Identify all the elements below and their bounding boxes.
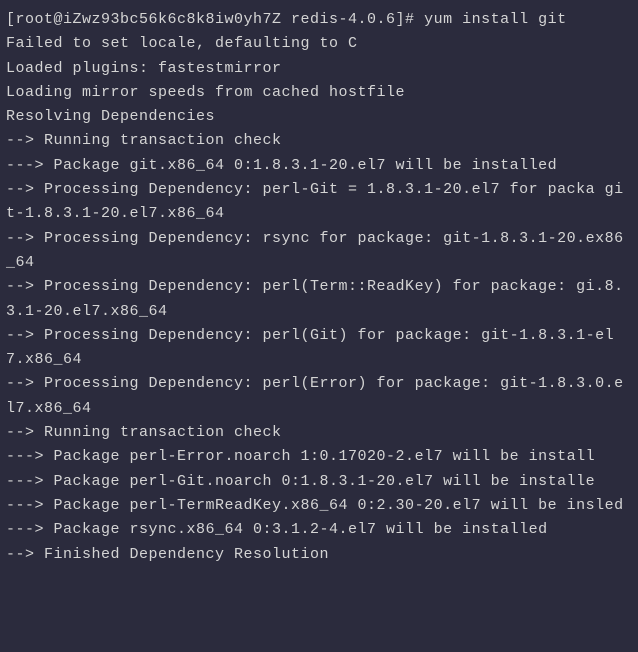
terminal-line: --> Finished Dependency Resolution [6,543,632,567]
terminal-line: --> Processing Dependency: perl-Git = 1.… [6,178,632,227]
terminal-line: Loaded plugins: fastestmirror [6,57,632,81]
terminal-line: ---> Package rsync.x86_64 0:3.1.2-4.el7 … [6,518,632,542]
terminal-line: --> Processing Dependency: perl(Error) f… [6,372,632,421]
terminal-line: ---> Package perl-Error.noarch 1:0.17020… [6,445,632,469]
terminal-line: --> Running transaction check [6,421,632,445]
terminal-line: --> Processing Dependency: rsync for pac… [6,227,632,276]
terminal-line: ---> Package git.x86_64 0:1.8.3.1-20.el7… [6,154,632,178]
terminal-output: [root@iZwz93bc56k6c8k8iw0yh7Z redis-4.0.… [6,8,632,567]
terminal-line: [root@iZwz93bc56k6c8k8iw0yh7Z redis-4.0.… [6,8,632,32]
terminal-line: --> Processing Dependency: perl(Git) for… [6,324,632,373]
terminal-line: Loading mirror speeds from cached hostfi… [6,81,632,105]
terminal-line: --> Running transaction check [6,129,632,153]
terminal-line: ---> Package perl-Git.noarch 0:1.8.3.1-2… [6,470,632,494]
terminal-line: Resolving Dependencies [6,105,632,129]
terminal-line: --> Processing Dependency: perl(Term::Re… [6,275,632,324]
terminal-line: Failed to set locale, defaulting to C [6,32,632,56]
terminal-line: ---> Package perl-TermReadKey.x86_64 0:2… [6,494,632,518]
